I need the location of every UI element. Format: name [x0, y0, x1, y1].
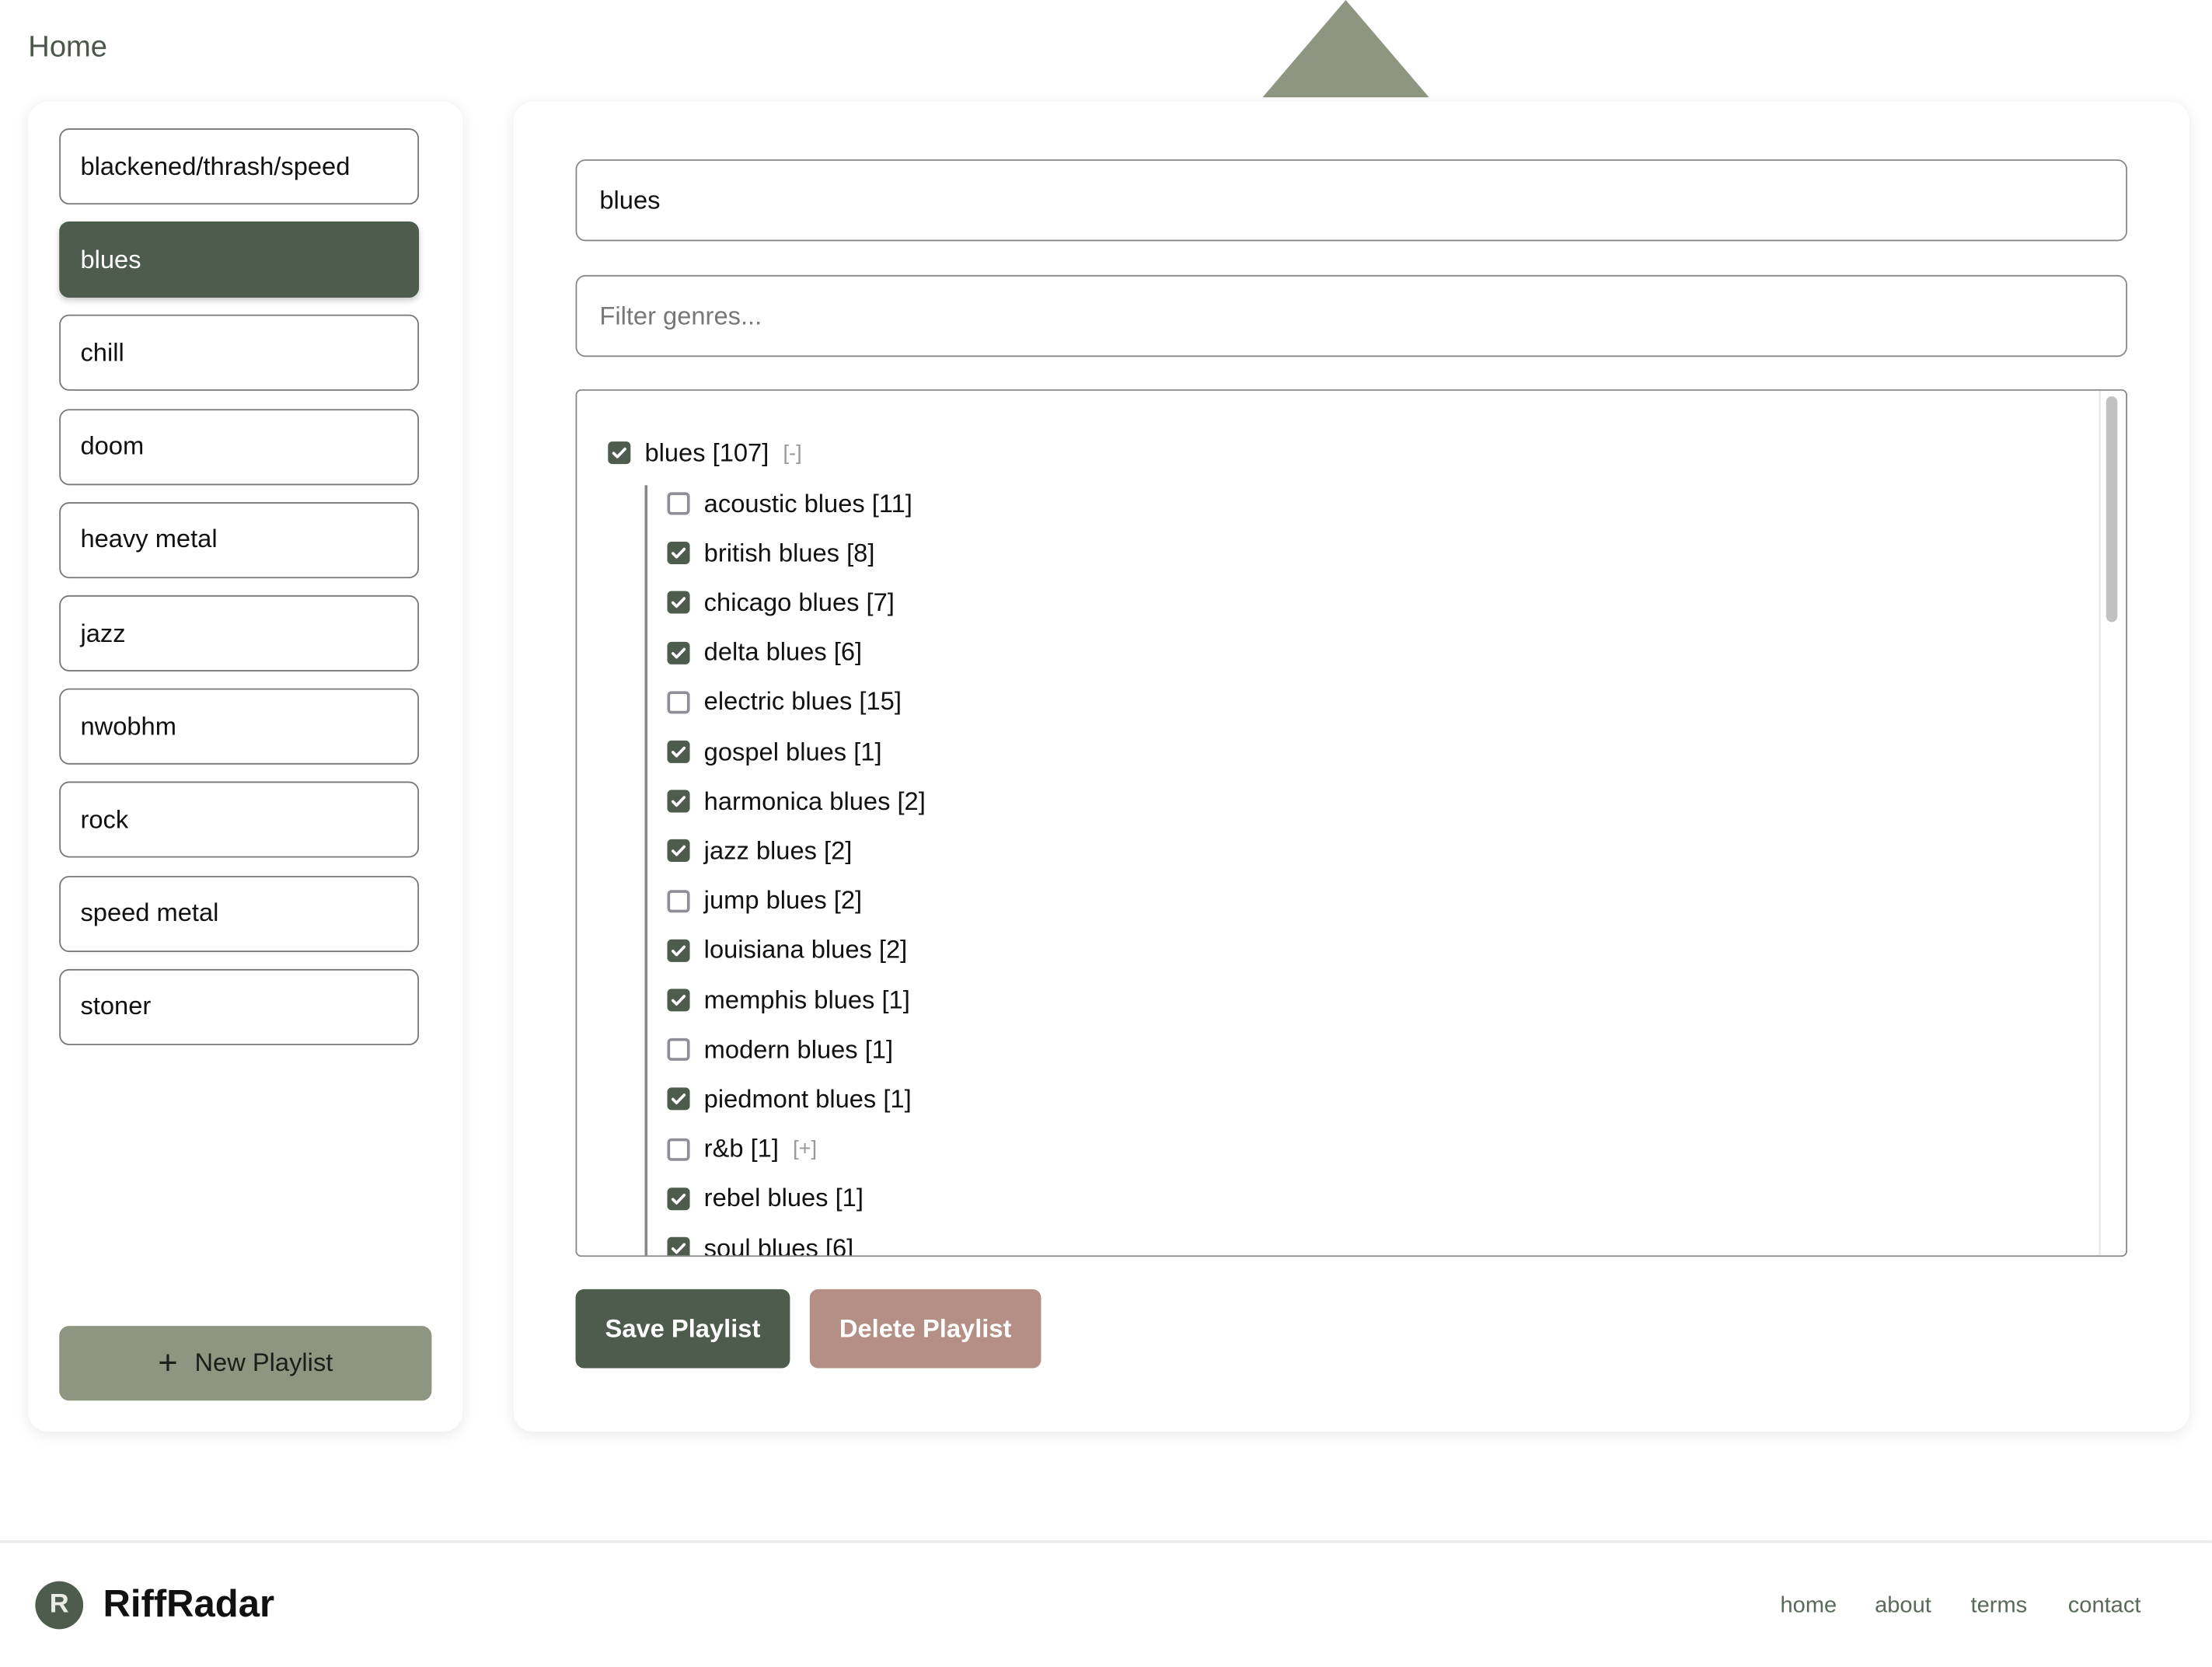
filter-genres-input[interactable] [575, 274, 2128, 357]
checkbox[interactable] [667, 790, 690, 813]
playlist-item[interactable]: stoner [59, 968, 420, 1045]
playlist-editor: blues [107] [-] acoustic blues [11] british… [513, 101, 2189, 1432]
logo[interactable]: R [35, 1581, 84, 1630]
check-icon [671, 1193, 686, 1205]
playlist-item[interactable]: speed metal [59, 875, 420, 952]
check-icon [671, 846, 686, 857]
genre-label[interactable]: harmonica blues [2] [704, 786, 926, 816]
check-icon [671, 746, 686, 758]
genre-label[interactable]: louisiana blues [2] [704, 936, 908, 965]
save-playlist-button[interactable]: Save Playlist [575, 1289, 790, 1369]
playlist-item[interactable]: nwobhm [59, 689, 420, 765]
playlist-item[interactable]: doom [59, 408, 420, 485]
check-icon [671, 945, 686, 957]
genre-item: jazz blues [2] [667, 834, 852, 868]
check-icon [612, 447, 626, 459]
genre-item: gospel blues [1] [667, 735, 882, 769]
new-playlist-button[interactable]: + New Playlist [59, 1326, 432, 1401]
genre-item: r&b [1] [+] [667, 1132, 817, 1167]
check-icon [671, 1243, 686, 1254]
check-icon [671, 548, 686, 559]
tree-branch-line [644, 485, 648, 1256]
checkbox[interactable] [667, 1088, 690, 1111]
checkbox[interactable] [667, 989, 690, 1012]
genre-label[interactable]: delta blues [6] [704, 638, 862, 668]
genre-label[interactable]: electric blues [15] [704, 687, 902, 717]
playlist-item[interactable]: blackened/thrash/speed [59, 128, 420, 205]
genre-label[interactable]: blues [107] [644, 438, 769, 468]
genre-item: chicago blues [7] [667, 586, 895, 620]
page-title: Home [28, 30, 107, 64]
genre-item: jump blues [2] [667, 884, 862, 918]
genre-label[interactable]: soul blues [6] [704, 1233, 854, 1255]
checkbox[interactable] [608, 441, 631, 465]
genre-item: british blues [8] [667, 536, 874, 570]
genre-label[interactable]: r&b [1] [704, 1134, 779, 1163]
decorative-triangle [1262, 0, 1429, 98]
genre-tree: blues [107] [-] acoustic blues [11] british… [575, 389, 2128, 1257]
check-icon [671, 995, 686, 1006]
genre-label[interactable]: modern blues [1] [704, 1035, 893, 1065]
genre-label[interactable]: jazz blues [2] [704, 836, 853, 866]
checkbox[interactable] [667, 1038, 690, 1062]
genre-label[interactable]: gospel blues [1] [704, 737, 882, 766]
check-icon [671, 1093, 686, 1105]
checkbox[interactable] [667, 492, 690, 515]
genre-item: acoustic blues [11] [667, 486, 912, 521]
playlist-item[interactable]: rock [59, 782, 420, 859]
logo-letter: R [49, 1589, 69, 1620]
checkbox[interactable] [667, 1137, 690, 1161]
collapse-toggle[interactable]: [-] [783, 441, 801, 465]
expand-toggle[interactable]: [+] [793, 1137, 817, 1161]
checkbox[interactable] [667, 1187, 690, 1210]
playlist-sidebar: blackened/thrash/speed blues chill doom heav… [28, 101, 463, 1432]
checkbox[interactable] [667, 591, 690, 615]
playlist-item[interactable]: heavy metal [59, 501, 420, 578]
checkbox[interactable] [667, 839, 690, 863]
genre-item: soul blues [6] [667, 1231, 854, 1256]
checkbox[interactable] [667, 740, 690, 763]
genre-label[interactable]: jump blues [2] [704, 886, 862, 915]
playlist-item[interactable]: chill [59, 315, 420, 392]
scrollbar[interactable] [2099, 390, 2123, 1256]
footer: R RiffRadar home about terms contact [0, 1540, 2212, 1667]
genre-root-item: blues [107] [-] [608, 436, 802, 470]
footer-link-contact[interactable]: contact [2068, 1594, 2141, 1620]
brand-name: RiffRadar [103, 1582, 275, 1625]
checkbox[interactable] [667, 1236, 690, 1256]
genre-label[interactable]: piedmont blues [1] [704, 1085, 912, 1114]
genre-item: modern blues [1] [667, 1033, 893, 1067]
genre-item: piedmont blues [1] [667, 1083, 912, 1117]
checkbox[interactable] [667, 690, 690, 714]
new-playlist-label: New Playlist [194, 1348, 333, 1377]
check-icon [671, 796, 686, 807]
playlist-item[interactable]: jazz [59, 595, 420, 671]
scrollbar-thumb[interactable] [2106, 396, 2118, 623]
footer-link-terms[interactable]: terms [1971, 1594, 2028, 1620]
genre-item: louisiana blues [2] [667, 933, 907, 968]
genre-label[interactable]: chicago blues [7] [704, 588, 895, 618]
check-icon [671, 597, 686, 609]
genre-label[interactable]: memphis blues [1] [704, 985, 910, 1015]
check-icon [671, 647, 686, 658]
playlist-item[interactable]: blues [59, 221, 420, 298]
genre-item: memphis blues [1] [667, 983, 910, 1017]
checkbox[interactable] [667, 939, 690, 962]
genre-item: delta blues [6] [667, 636, 862, 670]
checkbox[interactable] [667, 542, 690, 565]
checkbox[interactable] [667, 889, 690, 912]
genre-label[interactable]: british blues [8] [704, 539, 875, 568]
genre-label[interactable]: rebel blues [1] [704, 1184, 864, 1213]
playlist-name-input[interactable] [575, 159, 2128, 242]
genre-item: harmonica blues [2] [667, 784, 926, 818]
delete-playlist-button[interactable]: Delete Playlist [809, 1289, 1041, 1369]
footer-link-about[interactable]: about [1875, 1594, 1931, 1620]
plus-icon: + [158, 1343, 178, 1382]
genre-label[interactable]: acoustic blues [11] [704, 489, 912, 518]
genre-item: rebel blues [1] [667, 1182, 864, 1216]
footer-link-home[interactable]: home [1781, 1594, 1837, 1620]
genre-item: electric blues [15] [667, 685, 902, 720]
checkbox[interactable] [667, 641, 690, 664]
